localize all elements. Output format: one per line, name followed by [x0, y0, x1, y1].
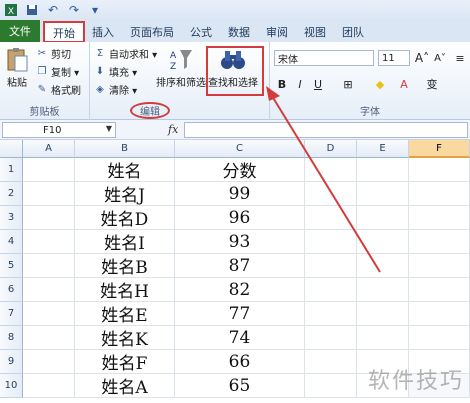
annotation-arrow [266, 86, 381, 273]
watermark: 软件技巧 [367, 369, 464, 394]
